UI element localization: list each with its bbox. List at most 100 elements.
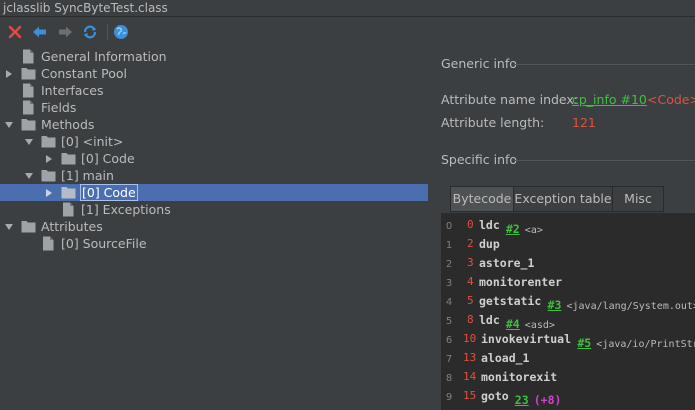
title-bar: jclasslib SyncByteTest.class (0, 0, 695, 17)
tree-item-source-file[interactable]: [0] SourceFile (0, 235, 428, 252)
chevron-down-icon[interactable] (4, 120, 14, 130)
bytecode-opcode: monitorexit (481, 370, 558, 384)
section-divider (514, 160, 695, 161)
section-divider (514, 64, 695, 65)
line-number: 7 (445, 354, 453, 365)
line-number: 8 (445, 373, 453, 384)
tree-item-label: [1] main (61, 168, 114, 183)
folder-icon (61, 152, 76, 165)
bytecode-row[interactable]: 8 14 monitorexit (441, 368, 695, 387)
file-icon (22, 83, 34, 98)
bytecode-row[interactable]: 7 13 aload_1 (441, 349, 695, 368)
bytecode-opcode: ldc (479, 218, 500, 232)
bytecode-offset: 3 (467, 256, 474, 269)
back-icon[interactable] (30, 22, 50, 42)
bytecode-row[interactable]: 5 8 ldc #4 <asd> (441, 311, 695, 331)
line-number: 3 (445, 278, 453, 289)
specific-info-tabs: Bytecode Exception table Misc (441, 186, 695, 212)
folder-icon (41, 135, 56, 148)
bytecode-opcode: goto (481, 389, 509, 403)
toolbar (0, 18, 695, 46)
bytecode-row[interactable]: 3 4 monitorenter (441, 273, 695, 292)
detail-pane: Generic info Attribute name index: cp_in… (429, 47, 695, 410)
bytecode-offset: 8 (467, 313, 474, 326)
bytecode-row[interactable]: 4 5 getstatic #3 <java/lang/System.out> (441, 292, 695, 312)
class-tree: General Information Constant Pool Interf… (0, 47, 428, 410)
folder-icon (61, 186, 76, 199)
attribute-length-label: Attribute length: (441, 115, 545, 130)
bytecode-opcode: ldc (479, 313, 500, 327)
chevron-right-icon[interactable] (44, 154, 54, 164)
folder-icon (41, 169, 56, 182)
tab-bytecode[interactable]: Bytecode (450, 186, 514, 212)
bytecode-row[interactable]: 1 2 dup (441, 235, 695, 254)
bytecode-args: 23 (+8) (515, 389, 562, 408)
bytecode-ref-link[interactable]: #2 (506, 222, 520, 236)
toolbar-separator (107, 24, 108, 40)
folder-icon (21, 118, 36, 131)
file-icon (22, 49, 34, 64)
bytecode-offset: 5 (467, 294, 474, 307)
bytecode-opcode: dup (479, 237, 500, 251)
bytecode-ref-link[interactable]: #3 (548, 298, 562, 312)
tree-item-label: [0] Code (81, 151, 135, 166)
tree-item-init-code[interactable]: [0] Code (0, 150, 428, 167)
bytecode-row[interactable]: 0 0 ldc #2 <a> (441, 216, 695, 236)
tree-item-label: [0] SourceFile (61, 236, 147, 251)
bytecode-opcode: getstatic (479, 294, 542, 308)
bytecode-offset: 13 (463, 351, 477, 364)
line-number: 1 (445, 240, 453, 251)
chevron-down-icon[interactable] (24, 137, 34, 147)
tree-item-attributes[interactable]: Attributes (0, 218, 428, 235)
chevron-right-icon[interactable] (4, 69, 14, 79)
chevron-down-icon[interactable] (4, 222, 14, 232)
bytecode-ref-link[interactable]: 23 (515, 393, 529, 407)
tree-item-label: Methods (41, 117, 95, 132)
tree-item-fields[interactable]: Fields (0, 99, 428, 116)
chevron-right-icon[interactable] (44, 188, 54, 198)
file-icon (62, 202, 74, 217)
tree-item-constant-pool[interactable]: Constant Pool (0, 65, 428, 82)
tree-item-label: Fields (41, 100, 77, 115)
file-icon (42, 236, 54, 251)
tree-item-interfaces[interactable]: Interfaces (0, 82, 428, 99)
folder-icon (21, 220, 36, 233)
tree-item-label: Interfaces (41, 83, 104, 98)
tree-item-label: Constant Pool (41, 66, 128, 81)
bytecode-row[interactable]: 2 3 astore_1 (441, 254, 695, 273)
attribute-name-index-label: Attribute name index: (441, 92, 578, 107)
bytecode-offset: 0 (467, 218, 474, 231)
tree-item-label: [0] Code (80, 184, 138, 201)
attribute-name-index-link[interactable]: cp_info #10 (572, 92, 647, 107)
forward-icon[interactable] (55, 22, 75, 42)
bytecode-ref-link[interactable]: #4 (506, 317, 520, 331)
line-number: 5 (445, 316, 453, 327)
bytecode-ref-link[interactable]: #5 (577, 336, 591, 350)
bytecode-offset: 14 (463, 370, 477, 383)
reload-icon[interactable] (80, 22, 100, 42)
tree-item-methods[interactable]: Methods (0, 116, 428, 133)
tree-item-general-information[interactable]: General Information (0, 48, 428, 65)
bytecode-opcode: astore_1 (479, 256, 535, 270)
generic-info-title: Generic info (441, 56, 517, 71)
web-icon[interactable] (111, 22, 131, 42)
bytecode-offset: 10 (463, 332, 477, 345)
bytecode-listing: 0 0 ldc #2 <a> 1 2 dup 2 3 astore_1 3 4 monitorenter… (441, 213, 695, 410)
attribute-name-index-value: <Code> (647, 92, 695, 107)
bytecode-opcode: aload_1 (481, 351, 530, 365)
file-icon (22, 100, 34, 115)
tab-misc[interactable]: Misc (612, 186, 664, 212)
tree-item-method-main[interactable]: [1] main (0, 167, 428, 184)
tab-exception-table[interactable]: Exception table (513, 186, 613, 212)
bytecode-row[interactable]: 9 15 goto 23 (+8) (441, 387, 695, 408)
tree-item-main-code[interactable]: [0] Code (0, 184, 428, 201)
chevron-down-icon[interactable] (24, 171, 34, 181)
tree-item-method-init[interactable]: [0] <init> (0, 133, 428, 150)
line-number: 4 (445, 297, 453, 308)
tree-item-main-exceptions[interactable]: [1] Exceptions (0, 201, 428, 218)
line-number: 6 (445, 335, 453, 346)
window-title: jclasslib SyncByteTest.class (3, 1, 168, 15)
close-icon[interactable] (5, 22, 25, 42)
bytecode-row[interactable]: 610invokevirtual#5 <java/io/PrintStream.… (441, 330, 695, 350)
bytecode-offset: 2 (467, 237, 474, 250)
